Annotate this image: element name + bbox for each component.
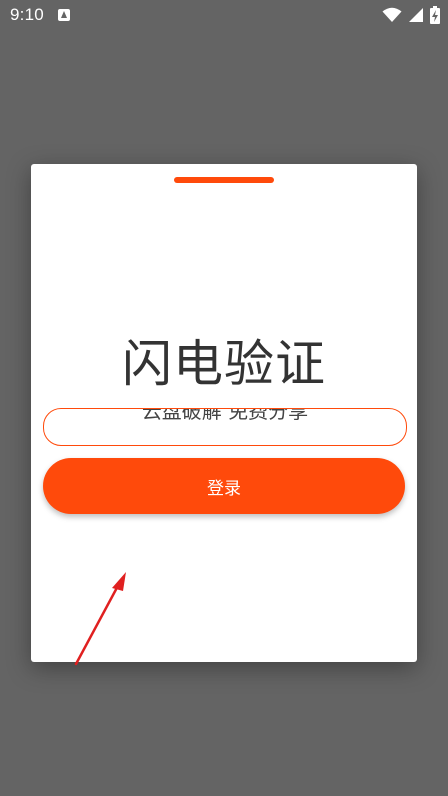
- verification-input-text: 云盘破解 免费分享: [141, 408, 309, 423]
- annotation-arrow-icon: [74, 572, 126, 666]
- screen: 9:10 闪电验证 云盘破解 免费分享 登录: [0, 0, 448, 796]
- wifi-icon: [382, 7, 402, 22]
- status-bar: 9:10: [0, 0, 448, 32]
- status-icons: [382, 6, 440, 24]
- signal-icon: [409, 8, 423, 22]
- login-button[interactable]: 登录: [43, 458, 405, 514]
- dialog-title: 闪电验证: [122, 335, 326, 393]
- status-time: 9:10: [10, 5, 44, 24]
- app-notification-icon: [58, 9, 70, 21]
- verification-input[interactable]: 云盘破解 免费分享: [43, 408, 407, 446]
- battery-charging-icon: [430, 6, 440, 24]
- login-button-label: 登录: [207, 478, 241, 499]
- drag-handle[interactable]: [174, 177, 274, 183]
